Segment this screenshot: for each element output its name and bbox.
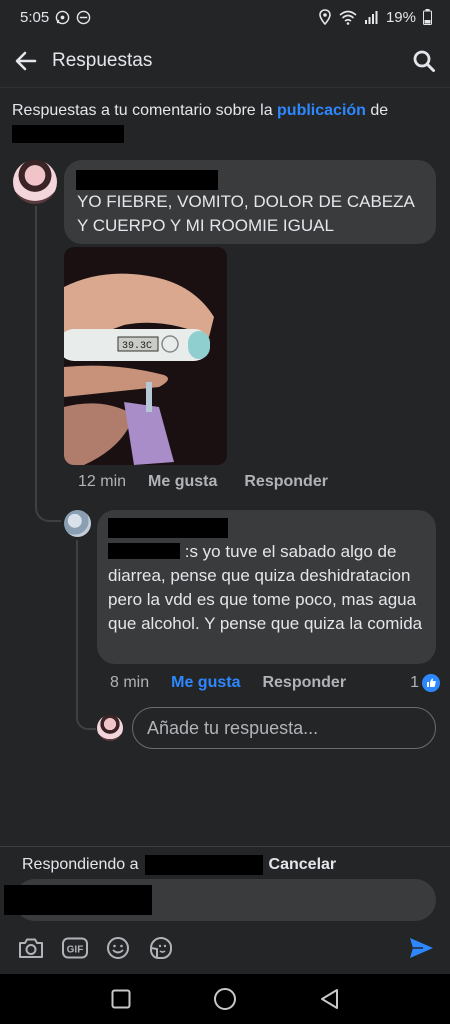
reply-time: 8 min: [110, 674, 150, 691]
comment-like-button[interactable]: Me gusta: [148, 473, 217, 491]
system-nav-bar: [0, 974, 450, 1024]
wifi-icon: [339, 10, 357, 25]
reaction-summary[interactable]: 1: [410, 674, 440, 692]
context-prefix: Respuestas a tu comentario sobre la: [12, 102, 278, 119]
whatsapp-icon: [55, 10, 70, 24]
responding-to-bar: Respondiendo a Cancelar: [22, 855, 336, 875]
reply-text-line1: :s yo tuve el sabado algo de: [184, 542, 397, 561]
reply-like-button[interactable]: Me gusta: [171, 674, 240, 692]
page-title: Respuestas: [52, 49, 153, 71]
emoji-icon[interactable]: [106, 936, 130, 960]
comment-bubble: YO FIEBRE, VOMITO, DOLOR DE CABEZA Y CUE…: [64, 160, 436, 244]
status-bar: 5:05 19%: [0, 0, 450, 34]
recent-apps-icon[interactable]: [111, 989, 131, 1009]
redacted-replier-name: [108, 518, 228, 538]
sticker-icon[interactable]: [148, 936, 174, 960]
back-icon[interactable]: [319, 988, 339, 1010]
battery-icon: [423, 9, 432, 25]
app-bar: Respuestas: [0, 34, 450, 88]
add-reply-placeholder: Añade tu respuesta...: [147, 717, 319, 738]
compose-input[interactable]: [4, 879, 436, 921]
context-suffix: de: [365, 102, 389, 119]
home-icon[interactable]: [213, 987, 237, 1011]
reply-thread-line: [76, 540, 96, 730]
reply-reply-button[interactable]: Responder: [262, 674, 346, 692]
compose-toolbar: GIF: [18, 933, 438, 963]
redacted-mention: [108, 543, 180, 559]
gif-icon[interactable]: GIF: [62, 937, 88, 959]
like-reaction-icon: [422, 674, 440, 692]
thread-line: [35, 206, 61, 522]
back-arrow-icon[interactable]: [14, 49, 38, 73]
comment-photo[interactable]: 39.3C: [64, 247, 227, 465]
do-not-disturb-icon: [76, 10, 91, 24]
comment-time: 12 min: [78, 473, 127, 490]
reaction-count: 1: [410, 674, 419, 691]
location-icon: [319, 9, 331, 25]
status-time: 5:05: [20, 8, 50, 26]
redacted-responding-name: [144, 855, 263, 875]
reply-context: Respuestas a tu comentario sobre la publ…: [12, 100, 432, 150]
reply-actions: 8 min Me gusta Responder 1: [110, 674, 440, 692]
comment-text: YO FIEBRE, VOMITO, DOLOR DE CABEZA Y CUE…: [77, 192, 414, 235]
commenter-avatar[interactable]: [13, 160, 57, 204]
cancel-reply-button[interactable]: Cancelar: [269, 856, 337, 874]
send-icon[interactable]: [408, 936, 434, 960]
thermometer-reading: 39.3C: [122, 341, 152, 352]
replier-avatar[interactable]: [64, 510, 91, 537]
reply-bubble: :s yo tuve el sabado algo de diarrea, pe…: [97, 510, 436, 664]
reply-text: :s yo tuve el sabado algo de diarrea, pe…: [108, 540, 424, 636]
battery-percentage: 19%: [385, 8, 416, 26]
comment-reply-button[interactable]: Responder: [244, 473, 328, 491]
svg-text:GIF: GIF: [67, 945, 84, 956]
post-link[interactable]: publicación: [277, 102, 366, 119]
responding-prefix: Respondiendo a: [22, 856, 139, 873]
my-avatar: [97, 715, 123, 741]
camera-icon[interactable]: [18, 937, 44, 959]
comment-actions: 12 min Me gusta Responder: [78, 473, 328, 491]
search-icon[interactable]: [412, 49, 436, 73]
compose-panel: Respondiendo a Cancelar GIF: [0, 846, 450, 974]
redacted-author-name: [12, 125, 124, 143]
add-reply-input[interactable]: Añade tu respuesta...: [132, 707, 436, 749]
redacted-compose-mention: [4, 885, 152, 915]
signal-icon: [364, 11, 378, 24]
reply-text-rest: diarrea, pense que quiza deshidratacion …: [108, 566, 423, 633]
thermometer-photo: 39.3C: [64, 247, 227, 465]
redacted-commenter-name: [76, 170, 218, 190]
